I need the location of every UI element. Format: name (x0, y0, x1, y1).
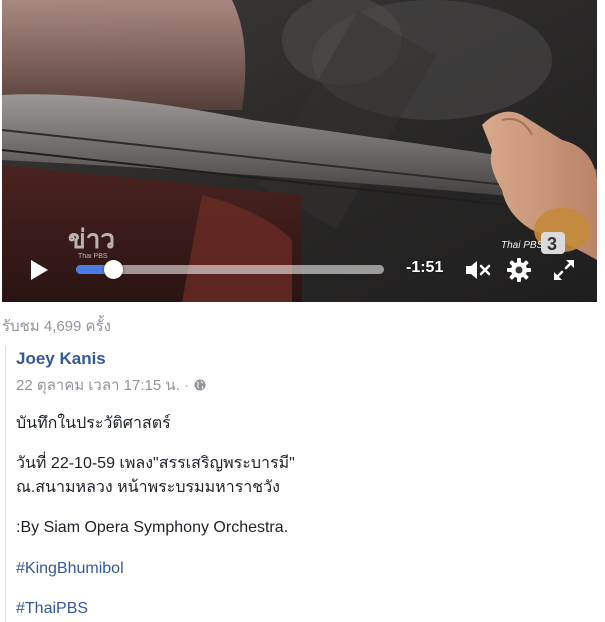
mute-button[interactable] (463, 257, 493, 283)
play-button[interactable] (24, 256, 54, 284)
post-meta: 22 ตุลาคม เวลา 17:15 น. · (16, 373, 206, 397)
video-player[interactable]: ข่าว Thai PBS Thai PBS 3 -1:51 (2, 0, 597, 302)
post-text-line: :By Siam Opera Symphony Orchestra. (16, 519, 289, 536)
gear-icon (507, 258, 531, 282)
mute-icon (466, 261, 491, 279)
post-timestamp[interactable]: 22 ตุลาคม เวลา 17:15 น. (16, 373, 180, 397)
post-text-line: วันที่ 22-10-59 เพลง"สรรเสริญพระบารมี" (16, 455, 295, 472)
fullscreen-icon (554, 260, 574, 280)
view-count: รับชม 4,699 ครั้ง (2, 318, 111, 335)
play-icon (31, 260, 48, 280)
meta-separator: · (184, 378, 189, 392)
seek-handle[interactable] (103, 260, 123, 279)
time-remaining: -1:51 (406, 259, 444, 276)
post-text-line: บันทึกในประวัติศาสตร์ (16, 415, 171, 432)
fullscreen-button[interactable] (550, 256, 578, 284)
globe-icon[interactable] (194, 379, 206, 391)
hashtag-link-kingbhumibol[interactable]: #KingBhumibol (16, 557, 124, 580)
settings-button[interactable] (505, 256, 533, 284)
post-divider (5, 346, 6, 622)
post-text-line: ณ.สนามหลวง หน้าพระบรมมหาราชวัง (16, 479, 280, 496)
seek-bar[interactable] (76, 260, 384, 279)
video-controls: -1:51 (2, 244, 597, 296)
post-author-link[interactable]: Joey Kanis (16, 349, 106, 369)
hashtag-link-thaipbs[interactable]: #ThaiPBS (16, 597, 88, 620)
